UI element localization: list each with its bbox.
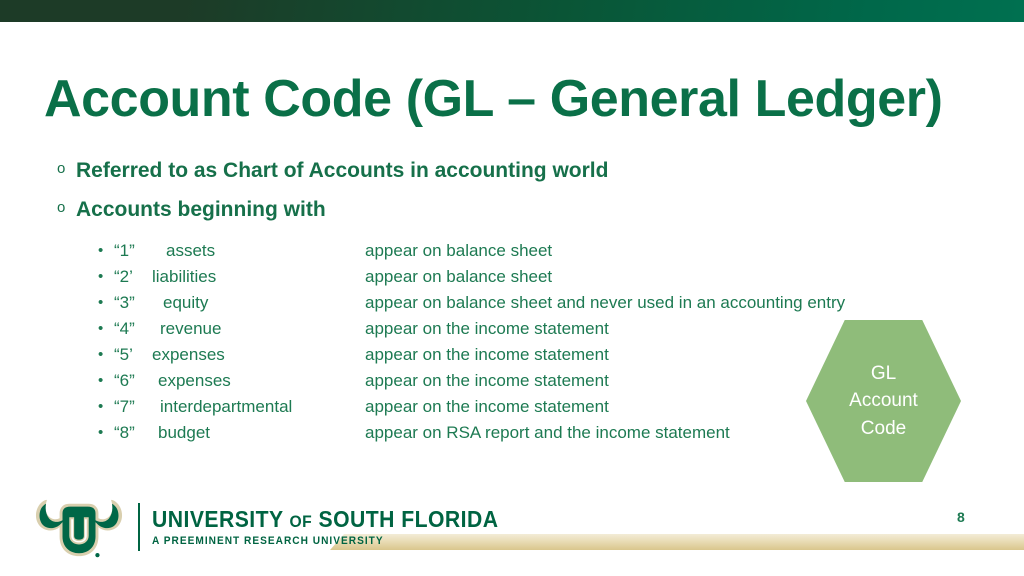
dot-bullet-icon: • bbox=[98, 424, 104, 441]
dot-bullet-icon: • bbox=[98, 398, 104, 415]
account-code: “8” bbox=[114, 423, 135, 442]
account-description: appear on the income statement bbox=[365, 397, 609, 416]
account-code: “7” bbox=[114, 397, 135, 416]
account-term: expenses bbox=[158, 371, 231, 390]
account-term: assets bbox=[166, 241, 216, 260]
usf-bull-icon bbox=[35, 499, 123, 558]
account-description: appear on the income statement bbox=[365, 371, 609, 390]
dot-bullet-icon: • bbox=[98, 268, 104, 285]
dot-bullet-icon: • bbox=[98, 242, 104, 259]
list-item: • “2’ liabilities appear on balance shee… bbox=[0, 264, 1024, 290]
list-item: • “1” assets appear on balance sheet bbox=[0, 238, 1024, 264]
list-item: • “3” equity appear on balance sheet and… bbox=[0, 290, 1024, 316]
dot-bullet-icon: • bbox=[98, 372, 104, 389]
account-description: appear on RSA report and the income stat… bbox=[365, 423, 730, 442]
gl-account-code-callout: GL Account Code bbox=[806, 320, 961, 482]
usf-name-university: UNIVERSITY bbox=[152, 505, 284, 532]
account-term: liabilities bbox=[152, 267, 217, 286]
account-code: “3” bbox=[114, 293, 135, 312]
account-description: appear on the income statement bbox=[365, 319, 609, 338]
account-code: “4” bbox=[114, 319, 135, 338]
account-code: “6” bbox=[114, 371, 135, 390]
account-code: “1” bbox=[114, 241, 135, 260]
usf-wordmark: UNIVERSITY OF SOUTH FLORIDA A PREEMINENT… bbox=[152, 507, 529, 547]
bullet-text: Referred to as Chart of Accounts in acco… bbox=[76, 159, 609, 182]
circle-bullet-icon: o bbox=[57, 199, 66, 216]
page-title: Account Code (GL – General Ledger) bbox=[44, 70, 943, 128]
account-description: appear on balance sheet bbox=[365, 241, 553, 260]
usf-logo: UNIVERSITY OF SOUTH FLORIDA A PREEMINENT… bbox=[30, 492, 529, 562]
hexagon-shape: GL Account Code bbox=[806, 320, 961, 482]
account-term: expenses bbox=[152, 345, 225, 364]
usf-name-south-florida: SOUTH FLORIDA bbox=[318, 505, 499, 532]
usf-name-of: OF bbox=[289, 511, 313, 531]
dot-bullet-icon: • bbox=[98, 294, 104, 311]
usf-name: UNIVERSITY OF SOUTH FLORIDA bbox=[152, 507, 498, 531]
bullet-text: Accounts beginning with bbox=[76, 198, 326, 221]
bullet-item-accounts-beginning: o Accounts beginning with bbox=[0, 199, 1024, 220]
account-term: equity bbox=[163, 293, 209, 312]
circle-bullet-icon: o bbox=[57, 160, 66, 177]
usf-tagline: A PREEMINENT RESEARCH UNIVERSITY bbox=[152, 535, 384, 548]
bullet-item-referred: o Referred to as Chart of Accounts in ac… bbox=[0, 160, 1024, 181]
page-number: 8 bbox=[957, 509, 965, 525]
account-description: appear on balance sheet bbox=[365, 267, 553, 286]
dot-bullet-icon: • bbox=[98, 320, 104, 337]
account-term: budget bbox=[158, 423, 210, 442]
account-term: interdepartmental bbox=[160, 397, 293, 416]
account-term: revenue bbox=[160, 319, 222, 338]
top-decorative-band bbox=[0, 0, 1024, 22]
dot-bullet-icon: • bbox=[98, 346, 104, 363]
account-description: appear on the income statement bbox=[365, 345, 609, 364]
account-description: appear on balance sheet and never used i… bbox=[365, 293, 846, 312]
hexagon-label: GL Account Code bbox=[849, 362, 918, 439]
logo-divider bbox=[138, 503, 140, 551]
